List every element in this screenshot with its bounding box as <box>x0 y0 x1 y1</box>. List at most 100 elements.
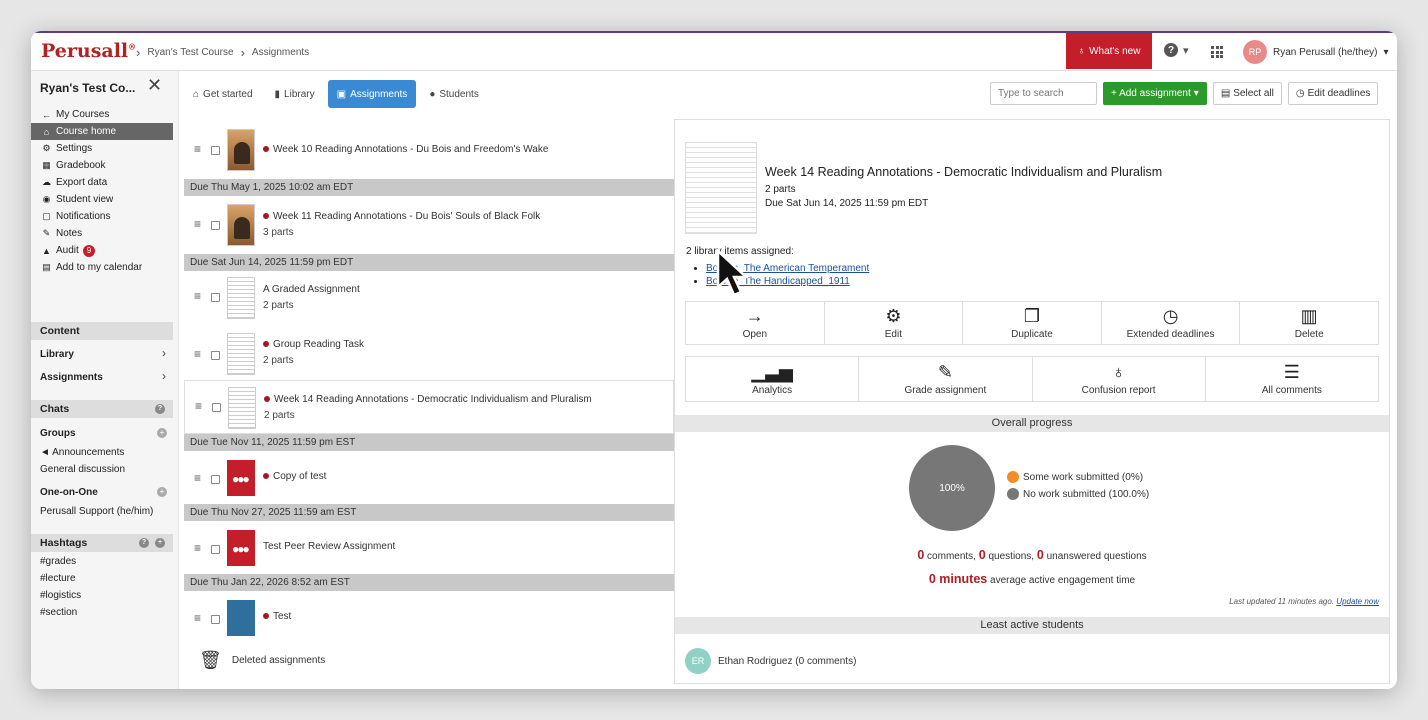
user-menu[interactable]: RP Ryan Perusall (he/they) ▾ <box>1243 40 1389 64</box>
tab-students[interactable]: ● Students <box>420 80 488 108</box>
edit-button[interactable]: ⚙ Edit <box>825 302 964 344</box>
hashtag-item[interactable]: #section <box>40 607 77 618</box>
tab-get-started[interactable]: ⌂ Get started <box>184 80 262 108</box>
sidebar-item-student-view[interactable]: ◉ Student view <box>31 191 173 208</box>
search-input[interactable] <box>990 82 1097 105</box>
row-checkbox[interactable] <box>211 475 220 484</box>
least-active-student[interactable]: ER Ethan Rodriguez (0 comments) <box>685 648 856 674</box>
list-item[interactable]: ≡ ●●● Test Peer Review Assignment <box>184 521 674 574</box>
add-group-icon[interactable]: + <box>157 428 167 438</box>
sidebar-item-calendar[interactable]: ▤ Add to my calendar <box>31 259 173 276</box>
help-menu[interactable]: ? ▾ <box>1164 43 1189 57</box>
pencil-square-icon: ✎ <box>937 361 953 382</box>
list-item[interactable]: ≡ Group Reading Task 2 parts <box>184 325 674 379</box>
add-hashtag-icon[interactable]: + <box>155 538 165 548</box>
chat-general-discussion[interactable]: General discussion <box>40 464 125 475</box>
assignment-parts: 2 parts <box>263 355 294 366</box>
lightbulb-icon: ♁ <box>1111 361 1126 382</box>
row-checkbox[interactable] <box>211 351 220 360</box>
gradebook-icon: ▦ <box>42 160 51 170</box>
home-icon: ⌂ <box>43 126 50 137</box>
breadcrumb-assignments[interactable]: Assignments <box>252 47 309 58</box>
list-item[interactable]: ≡ A Graded Assignment 2 parts <box>184 271 674 325</box>
list-item-selected[interactable]: ≡ Week 14 Reading Annotations - Democrat… <box>184 380 674 434</box>
edit-deadlines-button[interactable]: ◷ Edit deadlines <box>1287 82 1379 105</box>
row-checkbox[interactable] <box>211 615 220 624</box>
close-icon[interactable]: ✕ <box>147 75 162 96</box>
perusall-logo[interactable]: Perusall® <box>41 40 136 62</box>
audit-badge: 9 <box>82 244 96 257</box>
sidebar-item-audit[interactable]: ▲ Audit 9 <box>31 242 173 259</box>
eye-icon: ◉ <box>42 194 51 204</box>
list-item[interactable]: ≡ Week 10 Reading Annotations - Du Bois … <box>184 120 674 180</box>
row-checkbox[interactable] <box>211 221 220 230</box>
row-checkbox[interactable] <box>212 403 221 412</box>
questions-count: 0 <box>978 548 986 562</box>
chat-announcements[interactable]: ◄ Announcements <box>40 447 124 458</box>
hashtag-item[interactable]: #logistics <box>40 590 81 601</box>
avatar: RP <box>1243 40 1267 64</box>
sidebar-library[interactable]: Library <box>40 349 74 360</box>
sidebar-item-notifications[interactable]: ▢ Notifications <box>31 208 173 225</box>
sidebar-item-my-courses[interactable]: ← My Courses <box>31 106 173 123</box>
list-item[interactable]: ≡ Test <box>184 591 674 644</box>
apps-grid-icon[interactable] <box>1211 46 1223 58</box>
drag-handle-icon[interactable]: ≡ <box>195 399 202 413</box>
list-item[interactable]: ≡ ●●● Copy of test <box>184 451 674 504</box>
chevron-right-icon[interactable]: › <box>162 346 166 360</box>
sidebar-item-gradebook[interactable]: ▦ Gradebook <box>31 157 173 174</box>
extended-deadlines-button[interactable]: ◷ Extended deadlines <box>1102 302 1241 344</box>
select-all-button[interactable]: ▤ Select all <box>1212 82 1282 105</box>
drag-handle-icon[interactable]: ≡ <box>194 471 201 485</box>
detail-due: Due Sat Jun 14, 2025 11:59 pm EDT <box>765 198 929 209</box>
assignment-thumbnail <box>227 129 255 171</box>
breadcrumb-course[interactable]: Ryan's Test Course <box>147 47 233 58</box>
tab-assignments[interactable]: ▣ Assignments <box>327 80 417 108</box>
legend-item: Some work submitted (0%) <box>1007 471 1149 483</box>
assignment-title: Test Peer Review Assignment <box>263 541 396 552</box>
row-checkbox[interactable] <box>211 293 220 302</box>
deleted-assignments-link[interactable]: 🗑 Deleted assignments <box>199 650 325 671</box>
grade-assignment-button[interactable]: ✎ Grade assignment <box>859 357 1033 401</box>
confusion-report-button[interactable]: ♁ Confusion report <box>1033 357 1206 401</box>
assignment-thumbnail <box>227 277 255 319</box>
drag-handle-icon[interactable]: ≡ <box>194 611 201 625</box>
caret-down-icon: ▾ <box>1193 88 1199 99</box>
duplicate-button[interactable]: ❐ Duplicate <box>963 302 1102 344</box>
sidebar-item-export-data[interactable]: ☁ Export data <box>31 174 173 191</box>
drag-handle-icon[interactable]: ≡ <box>194 541 201 555</box>
whats-new-button[interactable]: ♁ What's new <box>1066 33 1152 69</box>
add-chat-icon[interactable]: + <box>157 487 167 497</box>
drag-handle-icon[interactable]: ≡ <box>194 289 201 303</box>
update-now-link[interactable]: Update now <box>1336 597 1379 606</box>
row-checkbox[interactable] <box>211 545 220 554</box>
help-icon[interactable]: ? <box>139 538 149 548</box>
sidebar-item-notes[interactable]: ✎ Notes <box>31 225 173 242</box>
clock-icon: ◷ <box>1295 88 1305 99</box>
chat-perusall-support[interactable]: Perusall Support (he/him) <box>40 506 153 517</box>
unread-dot-icon <box>263 341 269 347</box>
sidebar-item-course-home[interactable]: ⌂ Course home <box>31 123 173 140</box>
select-all-icon: ▤ <box>1220 88 1231 99</box>
tab-library[interactable]: ▮ Library <box>266 80 324 108</box>
drag-handle-icon[interactable]: ≡ <box>194 142 201 156</box>
all-comments-button[interactable]: ☰ All comments <box>1206 357 1378 401</box>
add-assignment-button[interactable]: + Add assignment ▾ <box>1103 82 1207 105</box>
open-button[interactable]: → Open <box>686 302 825 344</box>
hashtag-item[interactable]: #lecture <box>40 573 76 584</box>
chevron-right-icon[interactable]: › <box>162 369 166 383</box>
row-checkbox[interactable] <box>211 146 220 155</box>
delete-button[interactable]: ▥ Delete <box>1240 302 1378 344</box>
course-title: Ryan's Test Co... <box>40 81 136 95</box>
assignment-parts: 2 parts <box>264 410 295 421</box>
drag-handle-icon[interactable]: ≡ <box>194 217 201 231</box>
drag-handle-icon[interactable]: ≡ <box>194 347 201 361</box>
analytics-button[interactable]: ▁▃▅ Analytics <box>686 357 860 401</box>
hashtag-item[interactable]: #grades <box>40 556 76 567</box>
assignment-title: Week 14 Reading Annotations - Democratic… <box>274 394 592 405</box>
list-item[interactable]: ≡ Week 11 Reading Annotations - Du Bois'… <box>184 196 674 254</box>
sidebar-item-settings[interactable]: ⚙ Settings <box>31 140 173 157</box>
unanswered-count: 0 <box>1036 548 1044 562</box>
help-icon[interactable]: ? <box>155 404 165 414</box>
sidebar-assignments[interactable]: Assignments <box>40 372 103 383</box>
